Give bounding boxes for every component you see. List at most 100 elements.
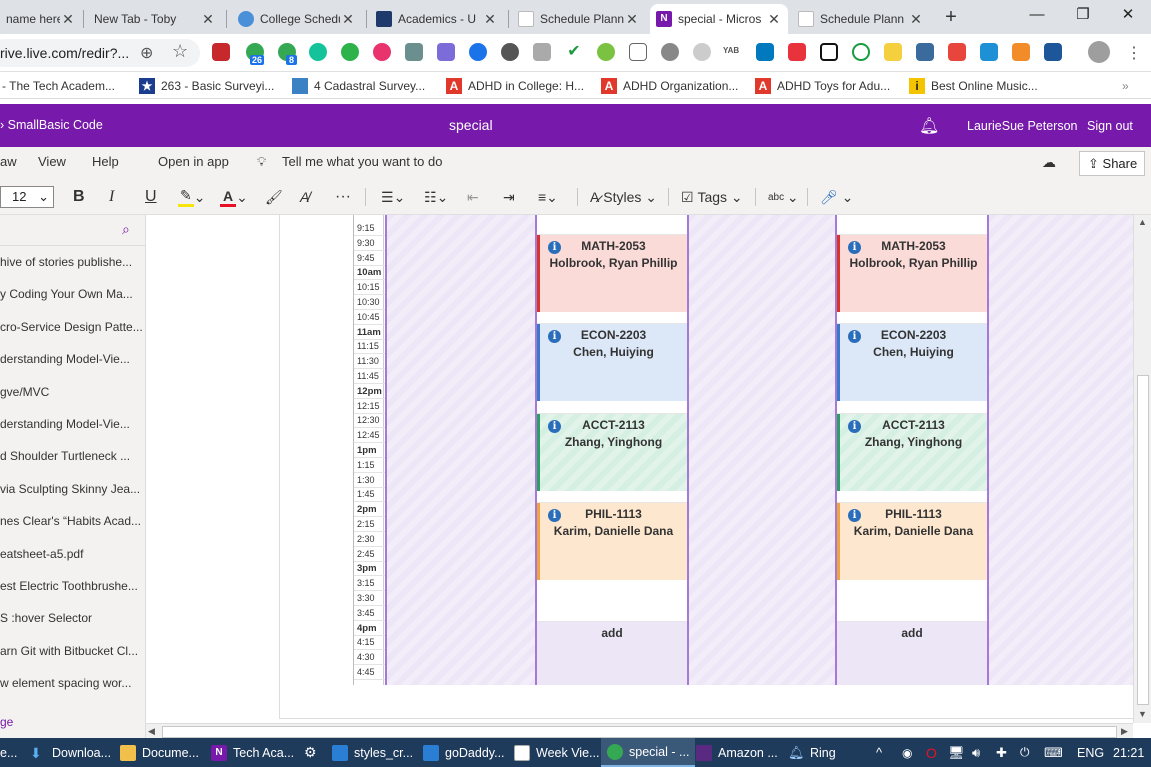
course-block[interactable]: i ACCT-2113 Zhang, Yinghong: [537, 414, 687, 491]
extension-icon[interactable]: [405, 43, 423, 61]
taskbar-item[interactable]: 🔔︎ Ring: [788, 738, 836, 767]
info-icon[interactable]: i: [548, 420, 561, 433]
scroll-up-icon[interactable]: ▲: [1138, 217, 1147, 227]
extension-icon[interactable]: [788, 43, 806, 61]
taskbar-item[interactable]: ⬇ Downloa...: [30, 738, 111, 767]
numbering-button[interactable]: ☷ ⌄: [424, 187, 448, 207]
info-icon[interactable]: i: [548, 330, 561, 343]
search-icon[interactable]: ⌕: [122, 221, 130, 238]
taskbar-item[interactable]: goDaddy...: [423, 738, 505, 767]
tab-help[interactable]: Help: [92, 154, 119, 169]
extension-icon[interactable]: [852, 43, 870, 61]
volume-icon[interactable]: 🔊︎: [972, 738, 980, 767]
page-list-item[interactable]: derstanding Model-Vie...: [0, 408, 145, 440]
user-name[interactable]: LaurieSue Peterson: [967, 119, 1078, 133]
browser-tab-active[interactable]: Nspecial - Micros ✕: [650, 4, 788, 34]
page-list-item[interactable]: y Coding Your Own Ma...: [0, 278, 145, 310]
breadcrumb[interactable]: › SmallBasic Code: [0, 118, 103, 132]
taskbar-item[interactable]: N Tech Aca...: [211, 738, 294, 767]
power-icon[interactable]: ⏻: [1020, 738, 1030, 767]
yab-extension-icon[interactable]: YAB: [723, 46, 739, 55]
add-course-button[interactable]: add: [837, 622, 987, 685]
highlight-button[interactable]: ✎ ⌄: [178, 187, 205, 207]
scroll-thumb[interactable]: [162, 726, 1117, 738]
close-tab-icon[interactable]: ✕: [60, 11, 76, 28]
browser-tab[interactable]: New Tab - Toby ✕: [88, 4, 222, 34]
spelling-button[interactable]: abc ⌄: [768, 187, 799, 207]
course-block[interactable]: i MATH-2053 Holbrook, Ryan Phillip: [537, 235, 687, 312]
page-list-item[interactable]: arn Git with Bitbucket Cl...: [0, 635, 145, 667]
course-block[interactable]: i MATH-2053 Holbrook, Ryan Phillip: [837, 235, 987, 312]
clear-formatting-icon[interactable]: A̸: [300, 187, 309, 207]
tags-button[interactable]: ☑ Tags ⌄: [681, 187, 743, 207]
page-list-item[interactable]: via Sculpting Skinny Jea...: [0, 473, 145, 505]
extension-icon[interactable]: [916, 43, 934, 61]
empty-slot[interactable]: [537, 580, 687, 622]
empty-slot[interactable]: [837, 215, 987, 235]
dictate-button[interactable]: 🎤︎ ⌄: [820, 187, 853, 207]
empty-slot[interactable]: [537, 401, 687, 414]
course-block[interactable]: i ECON-2203 Chen, Huiying: [537, 324, 687, 401]
page-list-item[interactable]: w element spacing wor...: [0, 667, 145, 699]
page-list-item[interactable]: S :hover Selector: [0, 602, 145, 634]
course-block[interactable]: i ECON-2203 Chen, Huiying: [837, 324, 987, 401]
bookmark-item[interactable]: - The Tech Academ...: [2, 76, 115, 96]
info-icon[interactable]: i: [848, 330, 861, 343]
course-block[interactable]: i PHIL-1113 Karim, Danielle Dana: [837, 503, 987, 580]
styles-button[interactable]: A̷ Styles ⌄: [590, 187, 657, 207]
clock[interactable]: 21:21: [1113, 738, 1144, 767]
page-list-item[interactable]: d Shoulder Turtleneck ...: [0, 440, 145, 472]
info-icon[interactable]: i: [848, 241, 861, 254]
close-tab-icon[interactable]: ✕: [340, 11, 356, 28]
course-block[interactable]: i ACCT-2113 Zhang, Yinghong: [837, 414, 987, 491]
tab-view[interactable]: View: [38, 154, 66, 169]
sync-icon[interactable]: ☁: [1042, 154, 1056, 171]
close-tab-icon[interactable]: ✕: [482, 11, 498, 28]
decrease-indent-icon[interactable]: ⇤: [467, 187, 479, 207]
grammarly-icon[interactable]: [309, 43, 327, 61]
underline-button[interactable]: U: [145, 187, 157, 207]
bookmark-item[interactable]: 4 Cadastral Survey...: [292, 76, 425, 96]
info-icon[interactable]: i: [548, 509, 561, 522]
empty-slot[interactable]: [537, 312, 687, 324]
extension-icon[interactable]: [1012, 43, 1030, 61]
show-hidden-icons[interactable]: ^: [876, 738, 882, 767]
info-icon[interactable]: i: [548, 241, 561, 254]
bookmarks-overflow-button[interactable]: »: [1122, 76, 1129, 96]
language-indicator[interactable]: ENG: [1077, 738, 1104, 767]
bold-button[interactable]: B: [73, 187, 85, 207]
page-list-item[interactable]: eatsheet-a5.pdf: [0, 538, 145, 570]
extension-icon[interactable]: [1044, 43, 1062, 61]
opera-icon[interactable]: O: [926, 738, 937, 767]
extension-icon[interactable]: [661, 43, 679, 61]
trello-icon[interactable]: [756, 43, 774, 61]
profile-avatar[interactable]: [1088, 41, 1110, 63]
notion-icon[interactable]: [820, 43, 838, 61]
format-painter-icon[interactable]: 🖌︎: [265, 187, 283, 207]
browser-tab[interactable]: Schedule Plann ✕: [512, 4, 646, 34]
close-window-button[interactable]: ✕: [1105, 0, 1151, 32]
minimize-button[interactable]: —: [1014, 0, 1060, 32]
menu-kebab-icon[interactable]: ⋮: [1126, 43, 1142, 63]
align-button[interactable]: ≡ ⌄: [538, 187, 558, 207]
italic-button[interactable]: I: [109, 187, 114, 207]
font-color-button[interactable]: A ⌄: [220, 187, 248, 207]
taskbar-item[interactable]: Amazon ...: [696, 738, 778, 767]
extension-icon[interactable]: [980, 43, 998, 61]
close-tab-icon[interactable]: ✕: [908, 11, 924, 28]
gear-icon[interactable]: ⚙: [304, 738, 317, 767]
taskbar-item[interactable]: Week Vie...: [514, 738, 599, 767]
page-search[interactable]: ⌕: [0, 215, 145, 246]
extension-icon[interactable]: [469, 43, 487, 61]
address-bar[interactable]: rive.live.com/redir?...: [0, 39, 200, 67]
bookmark-item[interactable]: i Best Online Music...: [909, 76, 1038, 96]
page-list-item[interactable]: gve/MVC: [0, 376, 145, 408]
extension-icon[interactable]: [373, 43, 391, 61]
page-list-item[interactable]: est Electric Toothbrushe...: [0, 570, 145, 602]
close-tab-icon[interactable]: ✕: [766, 11, 782, 28]
tray-icon[interactable]: ◉: [902, 738, 912, 767]
add-course-button[interactable]: add: [537, 622, 687, 685]
extension-icon[interactable]: [693, 43, 711, 61]
browser-tab[interactable]: Schedule Plann ✕: [792, 4, 930, 34]
bookmark-star-icon[interactable]: ☆: [172, 41, 188, 62]
